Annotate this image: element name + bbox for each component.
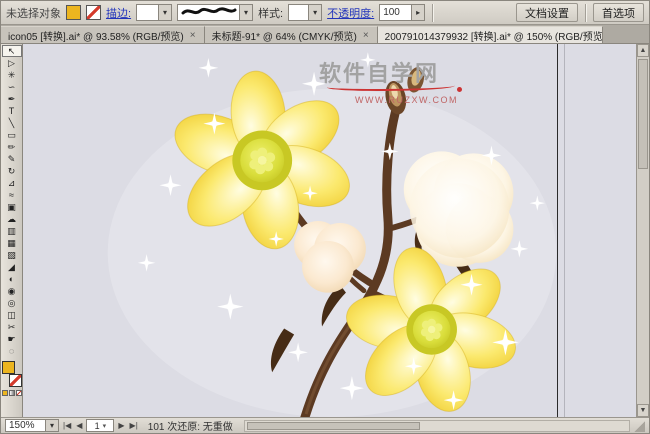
tab-bar-filler: [603, 26, 649, 43]
separator: [585, 4, 586, 22]
page-number-field[interactable]: 1 ▾: [86, 419, 114, 432]
zoom-combo[interactable]: 150% ▾: [5, 419, 59, 432]
tool-live-paint-bucket[interactable]: ◉: [2, 285, 22, 297]
tool-scale[interactable]: ⊿: [2, 177, 22, 189]
control-bar: 未选择对象 描边: ▾ ▾ 样式: ▾ 不透明度: 100 ▸ 文档设置: [1, 1, 649, 25]
chevron-down-icon[interactable]: ▾: [239, 5, 252, 20]
document-tab-bar: icon05 [转换].ai* @ 93.58% (RGB/预览) × 未标题-…: [1, 25, 649, 44]
document-tab-untitled[interactable]: 未标题-91* @ 64% (CMYK/预览) ×: [205, 26, 378, 43]
close-icon[interactable]: ×: [362, 30, 370, 41]
tool-slice[interactable]: ✂: [2, 321, 22, 333]
opacity-link[interactable]: 不透明度:: [327, 5, 374, 21]
tool-zoom[interactable]: ◌: [2, 345, 22, 357]
fill-swatch[interactable]: [2, 361, 15, 374]
tool-warp[interactable]: ≈: [2, 189, 22, 201]
tab-title: icon05 [转换].ai* @ 93.58% (RGB/预览): [8, 28, 184, 43]
zoom-value: 150%: [6, 420, 45, 431]
status-bar: 150% ▾ |◀ ◀ 1 ▾ ▶ ▶| 101 次还原: 无重做: [1, 417, 649, 433]
tool-blend[interactable]: ◐: [2, 273, 22, 285]
page-tiling-line: [564, 44, 565, 417]
opacity-value: 100: [380, 7, 411, 18]
vertical-scroll-thumb[interactable]: [638, 59, 648, 169]
color-mode-button[interactable]: [2, 390, 8, 396]
tool-hand[interactable]: ☛: [2, 333, 22, 345]
tool-pen[interactable]: ✒: [2, 93, 22, 105]
tool-column-graph[interactable]: ▥: [2, 225, 22, 237]
stroke-weight-combo[interactable]: ▾: [136, 4, 172, 21]
chevron-down-icon[interactable]: ▾: [158, 5, 171, 20]
gradient-mode-button[interactable]: [9, 390, 15, 396]
document-tab-icon05[interactable]: icon05 [转换].ai* @ 93.58% (RGB/预览) ×: [1, 26, 205, 43]
watermark-url: WWW.RUZXW.COM: [355, 95, 458, 105]
brush-preview: [178, 5, 239, 20]
tool-eyedropper[interactable]: ◢: [2, 261, 22, 273]
tool-rotate[interactable]: ↻: [2, 165, 22, 177]
preferences-button[interactable]: 首选项: [593, 3, 644, 22]
separator: [432, 4, 433, 22]
stroke-swatch[interactable]: [9, 374, 22, 387]
chevron-down-icon[interactable]: ▾: [45, 420, 58, 431]
horizontal-scroll-thumb[interactable]: [247, 422, 420, 430]
tool-line-segment[interactable]: ╲: [2, 117, 22, 129]
last-page-button[interactable]: ▶|: [129, 421, 139, 430]
tool-mesh[interactable]: ▦: [2, 237, 22, 249]
tool-type[interactable]: T: [2, 105, 22, 117]
selection-status: 未选择对象: [6, 5, 61, 21]
vertical-scrollbar[interactable]: ▲ ▼: [636, 44, 649, 417]
stroke-link[interactable]: 描边:: [106, 5, 131, 21]
scroll-up-icon[interactable]: ▲: [637, 44, 649, 57]
prev-page-button[interactable]: ◀: [75, 421, 83, 430]
style-label: 样式:: [258, 5, 283, 21]
close-icon[interactable]: ×: [189, 30, 197, 41]
page-number: 1: [95, 421, 100, 431]
fill-color-swatch[interactable]: [66, 5, 81, 20]
chevron-down-icon[interactable]: ▾: [103, 422, 107, 430]
next-page-button[interactable]: ▶: [117, 421, 125, 430]
canvas[interactable]: 软件自学网 WWW.RUZXW.COM: [23, 44, 636, 417]
none-mode-button[interactable]: [16, 390, 22, 396]
brush-definition-combo[interactable]: ▾: [177, 4, 253, 21]
history-status: 101 次还原: 无重做: [148, 418, 233, 433]
tool-magic-wand[interactable]: ✳: [2, 69, 22, 81]
watermark-swoosh: [327, 82, 455, 91]
tool-gradient[interactable]: ▧: [2, 249, 22, 261]
tools-panel: ↖ ▷ ✳ ∽ ✒ T ╲ ▭ ✏ ✎ ↻ ⊿ ≈ ▣ ☁ ▥ ▦ ▧ ◢ ◐ …: [1, 44, 23, 417]
brush-stroke-icon: [181, 5, 237, 17]
spinner-icon[interactable]: ▸: [411, 5, 424, 20]
illustrator-window: 未选择对象 描边: ▾ ▾ 样式: ▾ 不透明度: 100 ▸ 文档设置: [0, 0, 650, 434]
tab-title: 200791014379932 [转换].ai* @ 150% (RGB/预览): [385, 28, 603, 43]
fill-stroke-control[interactable]: [2, 361, 22, 387]
chevron-down-icon[interactable]: ▾: [308, 5, 321, 20]
tool-rectangle[interactable]: ▭: [2, 129, 22, 141]
vertical-scroll-track[interactable]: [637, 57, 649, 404]
artboard-edge: [557, 44, 558, 417]
tool-selection[interactable]: ↖: [2, 45, 22, 57]
tool-direct-selection[interactable]: ▷: [2, 57, 22, 69]
tool-pencil[interactable]: ✎: [2, 153, 22, 165]
opacity-combo[interactable]: 100 ▸: [379, 4, 425, 21]
watermark: 软件自学网 WWW.RUZXW.COM: [319, 56, 458, 105]
document-tab-active[interactable]: 200791014379932 [转换].ai* @ 150% (RGB/预览)…: [378, 26, 603, 43]
tool-paintbrush[interactable]: ✏: [2, 141, 22, 153]
tool-lasso[interactable]: ∽: [2, 81, 22, 93]
paint-mode-row: [2, 390, 22, 396]
tool-crop-area[interactable]: ◫: [2, 309, 22, 321]
first-page-button[interactable]: |◀: [62, 421, 72, 430]
scroll-down-icon[interactable]: ▼: [637, 404, 649, 417]
stroke-color-swatch[interactable]: [86, 5, 101, 20]
tool-symbol-sprayer[interactable]: ☁: [2, 213, 22, 225]
tool-free-transform[interactable]: ▣: [2, 201, 22, 213]
main-area: ↖ ▷ ✳ ∽ ✒ T ╲ ▭ ✏ ✎ ↻ ⊿ ≈ ▣ ☁ ▥ ▦ ▧ ◢ ◐ …: [1, 44, 649, 417]
tool-live-paint-selection[interactable]: ◎: [2, 297, 22, 309]
style-combo[interactable]: ▾: [288, 4, 322, 21]
horizontal-scrollbar[interactable]: [244, 420, 630, 432]
tab-title: 未标题-91* @ 64% (CMYK/预览): [212, 28, 357, 43]
resize-grip[interactable]: [633, 420, 645, 432]
document-setup-button[interactable]: 文档设置: [516, 3, 578, 22]
